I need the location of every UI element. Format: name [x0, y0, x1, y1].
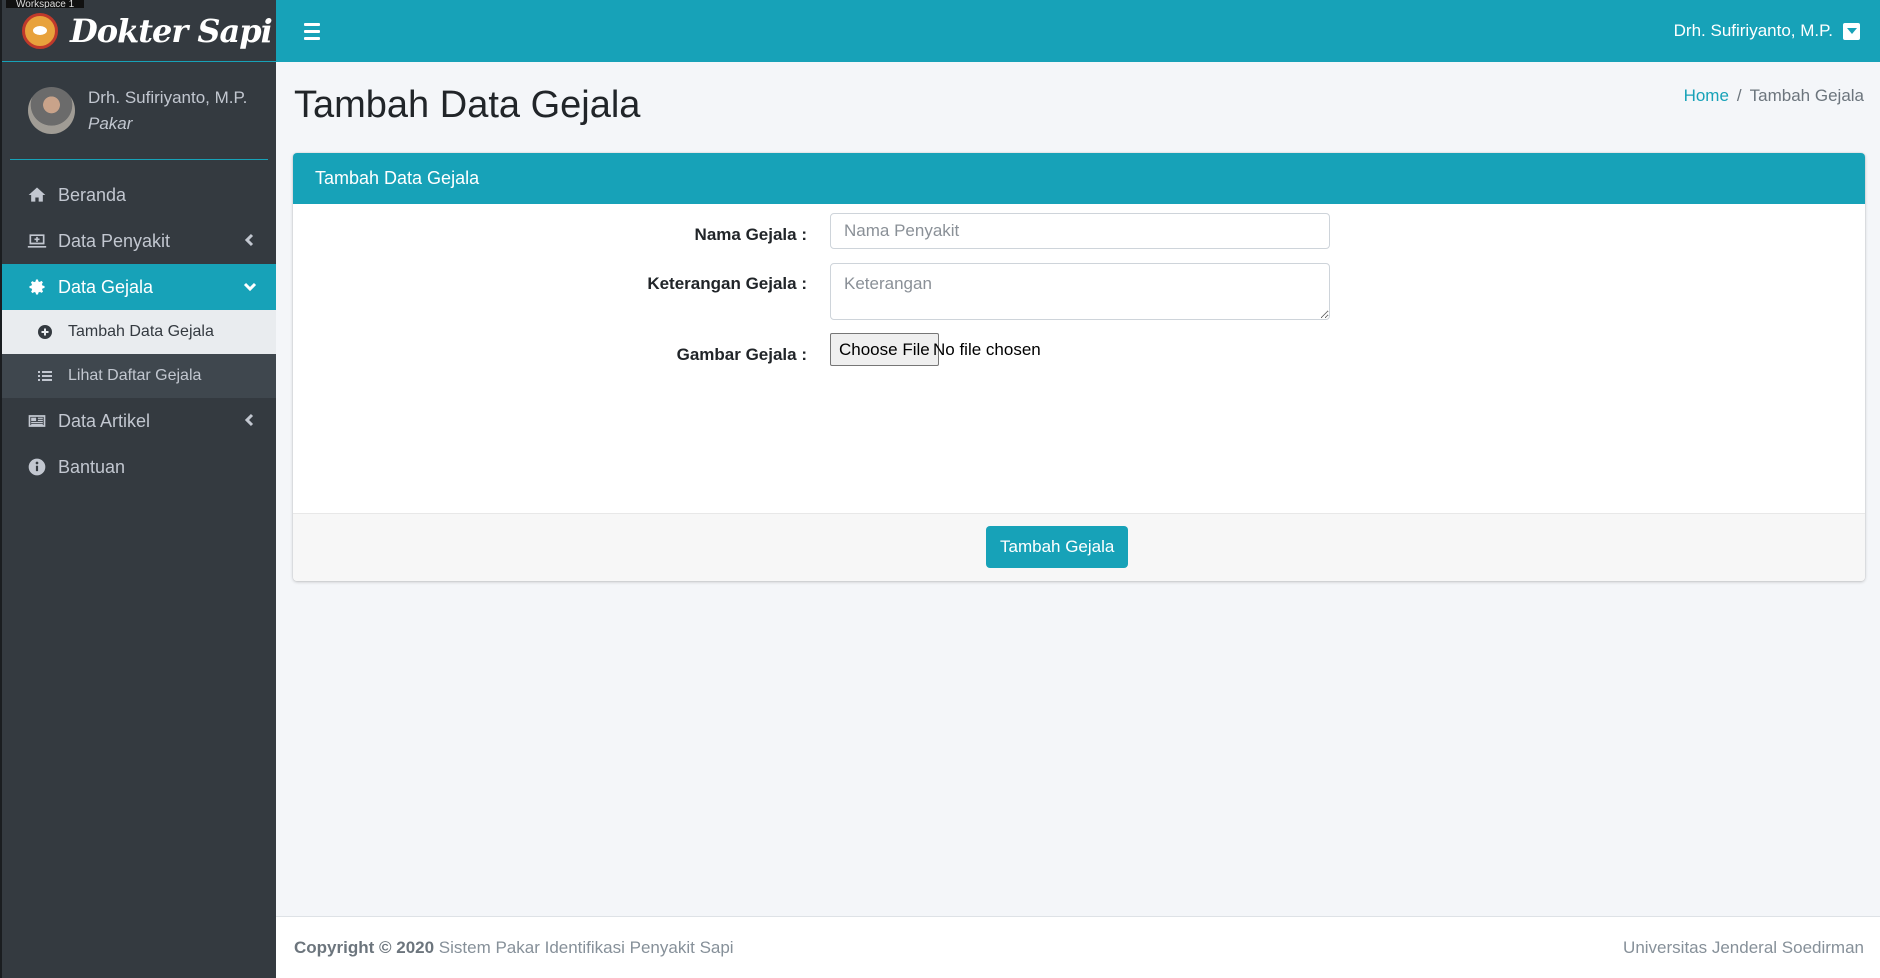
card-footer: Tambah Gejala	[293, 513, 1865, 581]
plus-circle-icon	[36, 323, 54, 341]
footer-university: Universitas Jenderal Soedirman	[1623, 937, 1864, 957]
gambar-gejala-label: Gambar Gejala :	[676, 345, 807, 364]
chevron-left-icon	[242, 412, 258, 428]
user-dropdown[interactable]: Drh. Sufiriyanto, M.P.	[1674, 21, 1860, 41]
sidebar-subitem-lihat-daftar-gejala[interactable]: Lihat Daftar Gejala	[2, 354, 276, 398]
breadcrumb-home-link[interactable]: Home	[1684, 86, 1729, 106]
brand-link[interactable]: Workspace 1 Dokter Sapi	[2, 0, 276, 62]
page-footer: Copyright © 2020 Sistem Pakar Identifika…	[276, 916, 1880, 978]
info-circle-icon	[26, 456, 48, 478]
sidebar-subitem-tambah-data-gejala[interactable]: Tambah Data Gejala	[2, 310, 276, 354]
keterangan-gejala-textarea[interactable]	[830, 263, 1330, 320]
file-status: No file chosen	[933, 340, 1041, 359]
chevron-left-icon	[242, 232, 258, 248]
sidebar-subitem-label: Lihat Daftar Gejala	[68, 367, 202, 384]
gear-icon	[26, 276, 48, 298]
sidebar-subitem-label: Tambah Data Gejala	[68, 323, 214, 340]
newspaper-icon	[26, 410, 48, 432]
breadcrumb-separator: /	[1736, 86, 1742, 105]
form-card: Tambah Data Gejala Nama Gejala : Keteran…	[293, 153, 1865, 581]
sidebar-item-data-gejala[interactable]: Data Gejala	[2, 264, 276, 310]
page-title: Tambah Data Gejala	[294, 84, 641, 126]
user-role: Pakar	[88, 113, 133, 133]
caret-down-icon	[1843, 22, 1860, 40]
user-panel: Drh. Sufiriyanto, M.P. Pakar	[10, 62, 268, 160]
breadcrumb: Home / Tambah Gejala	[1684, 86, 1864, 106]
sidebar-nav: Beranda Data Penyakit Data Gejala Tambah…	[2, 172, 276, 490]
sidebar-item-label: Bantuan	[58, 456, 126, 477]
choose-file-button[interactable]: Choose File	[830, 333, 939, 366]
top-navbar: Drh. Sufiriyanto, M.P.	[276, 0, 1880, 62]
footer-copyright: Copyright © 2020 Sistem Pakar Identifika…	[294, 938, 734, 958]
breadcrumb-current: Tambah Gejala	[1749, 86, 1864, 105]
brand-name: Dokter Sapi	[70, 11, 273, 50]
sidebar-item-label: Data Gejala	[58, 276, 154, 297]
list-icon	[36, 367, 54, 385]
footer-copyright-text: Sistem Pakar Identifikasi Penyakit Sapi	[434, 937, 734, 957]
workspace-tag: Workspace 1	[6, 0, 85, 8]
cow-logo-icon	[22, 12, 58, 49]
nama-gejala-input[interactable]	[830, 213, 1330, 249]
sidebar-item-label: Data Artikel	[58, 410, 151, 431]
top-user-name: Drh. Sufiriyanto, M.P.	[1673, 21, 1833, 40]
sidebar-item-beranda[interactable]: Beranda	[2, 172, 276, 218]
sidebar-item-bantuan[interactable]: Bantuan	[2, 444, 276, 490]
sidebar-item-label: Beranda	[58, 184, 127, 205]
sidebar-item-data-penyakit[interactable]: Data Penyakit	[2, 218, 276, 264]
sidebar-item-data-artikel[interactable]: Data Artikel	[2, 398, 276, 444]
user-name[interactable]: Drh. Sufiriyanto, M.P.	[88, 88, 247, 108]
laptop-medical-icon	[26, 230, 48, 252]
sidebar-item-label: Data Penyakit	[58, 230, 171, 251]
nama-gejala-label: Nama Gejala :	[694, 225, 807, 244]
sidebar: Workspace 1 Dokter Sapi Drh. Sufiriyanto…	[0, 0, 276, 978]
avatar	[28, 87, 75, 134]
home-icon	[26, 184, 48, 206]
footer-copyright-bold: Copyright © 2020	[294, 937, 435, 957]
chevron-down-icon	[242, 278, 258, 294]
tambah-gejala-button[interactable]: Tambah Gejala	[986, 526, 1129, 568]
main-content: Tambah Data Gejala Home / Tambah Gejala …	[276, 62, 1880, 916]
keterangan-gejala-label: Keterangan Gejala :	[647, 274, 807, 293]
card-title: Tambah Data Gejala	[293, 153, 1865, 204]
menu-toggle-icon[interactable]	[304, 20, 326, 42]
